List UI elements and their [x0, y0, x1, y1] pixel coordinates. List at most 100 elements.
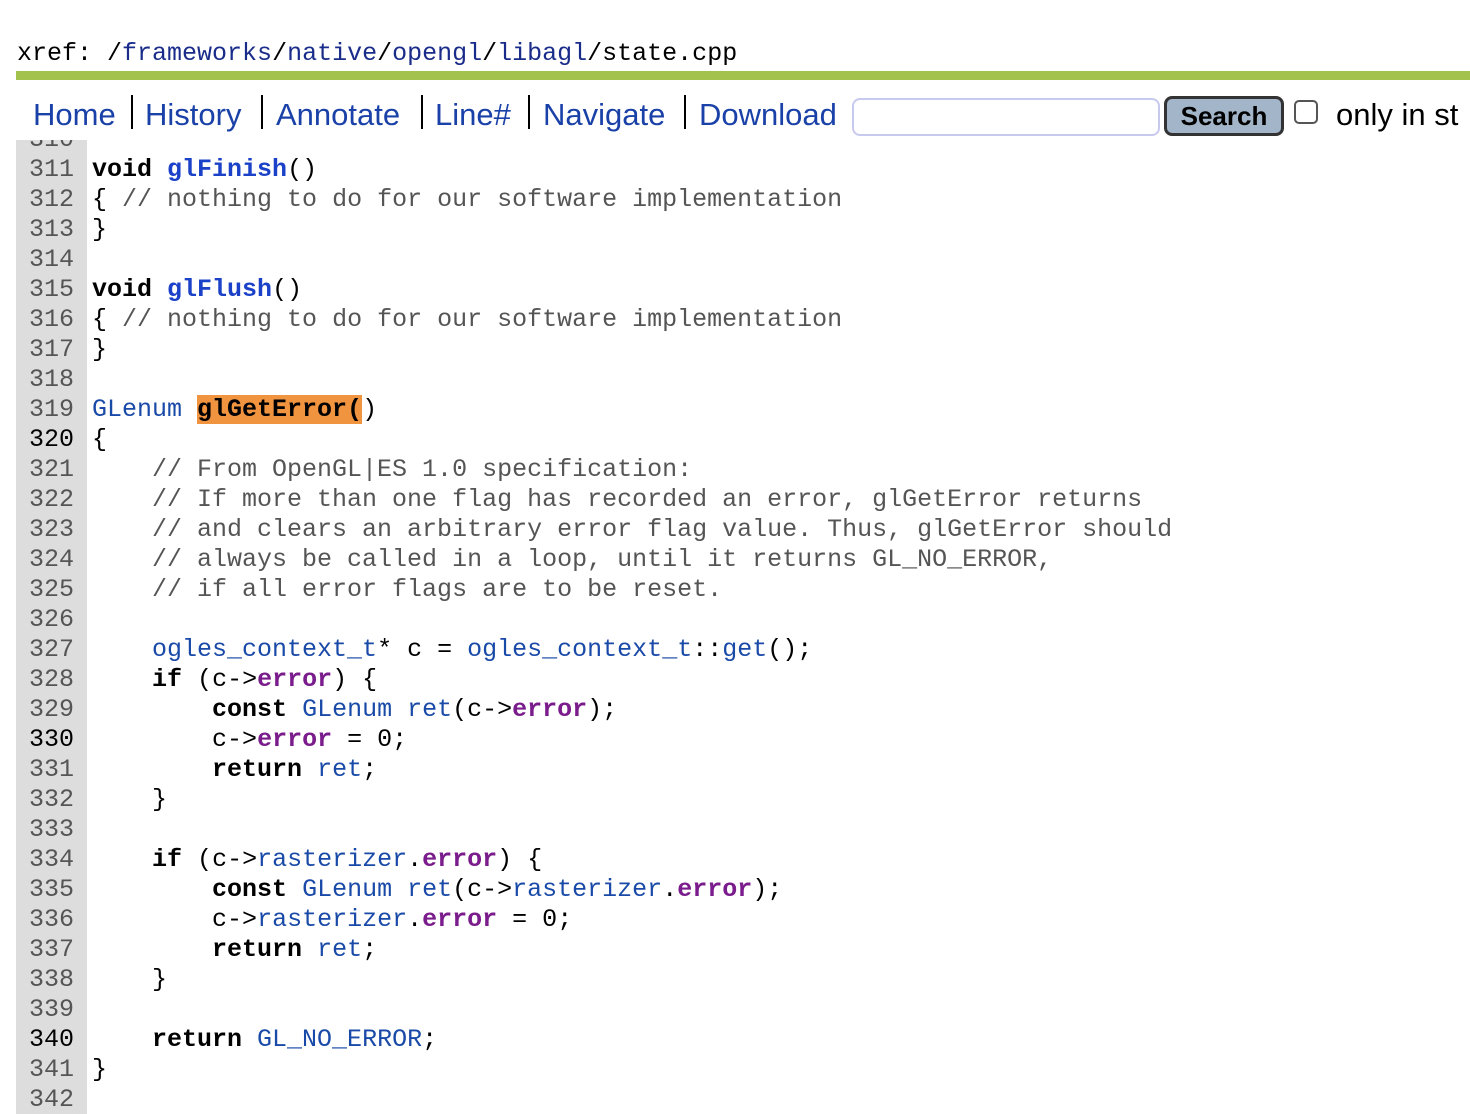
- line-number[interactable]: 310: [16, 140, 74, 155]
- identifier-link[interactable]: rasterizer: [257, 845, 407, 874]
- line-number[interactable]: 336: [16, 905, 74, 935]
- breadcrumb-link-frameworks[interactable]: frameworks: [122, 39, 272, 68]
- code-token: .: [407, 845, 423, 874]
- member-link[interactable]: error: [257, 665, 332, 694]
- nav-annotate-link[interactable]: Annotate: [276, 92, 400, 138]
- line-number[interactable]: 333: [16, 815, 74, 845]
- type-link[interactable]: GLenum: [302, 695, 392, 724]
- code-lines: 310311void glFinish()312{ // nothing to …: [16, 140, 1172, 1114]
- nav-navigate-link[interactable]: Navigate: [543, 92, 665, 138]
- code-line: 339: [16, 995, 1172, 1025]
- nav-separator: [684, 95, 686, 129]
- only-in-checkbox[interactable]: [1294, 100, 1318, 124]
- line-number[interactable]: 327: [16, 635, 74, 665]
- breadcrumb-link-native[interactable]: native: [287, 39, 377, 68]
- member-link[interactable]: error: [422, 845, 497, 874]
- code-comment: // nothing to do for our software implem…: [122, 185, 843, 214]
- nav-history-link[interactable]: History: [145, 92, 241, 138]
- member-link[interactable]: error: [257, 725, 332, 754]
- line-number[interactable]: 339: [16, 995, 74, 1025]
- line-number[interactable]: 315: [16, 275, 74, 305]
- line-number[interactable]: 325: [16, 575, 74, 605]
- line-number[interactable]: 340: [16, 1025, 74, 1055]
- line-number[interactable]: 323: [16, 515, 74, 545]
- code-line: 314: [16, 245, 1172, 275]
- line-number[interactable]: 332: [16, 785, 74, 815]
- line-number[interactable]: 330: [16, 725, 74, 755]
- member-link[interactable]: error: [512, 695, 587, 724]
- selected-symbol: glGetError(: [197, 395, 363, 424]
- member-link[interactable]: error: [677, 875, 752, 904]
- line-number[interactable]: 335: [16, 875, 74, 905]
- identifier-link[interactable]: ret: [317, 755, 362, 784]
- type-link[interactable]: GLenum: [302, 875, 392, 904]
- line-number[interactable]: 311: [16, 155, 74, 185]
- identifier-link[interactable]: GL_NO_ERROR: [257, 1025, 422, 1054]
- breadcrumb-link-libagl[interactable]: libagl: [497, 39, 587, 68]
- line-number[interactable]: 329: [16, 695, 74, 725]
- line-number[interactable]: 319: [16, 395, 74, 425]
- line-number[interactable]: 316: [16, 305, 74, 335]
- identifier-link[interactable]: get: [722, 635, 767, 664]
- code-line: 310: [16, 140, 1172, 155]
- line-number[interactable]: 341: [16, 1055, 74, 1085]
- code-token: ;: [557, 905, 573, 934]
- line-number[interactable]: 320: [16, 425, 74, 455]
- nav-home-link[interactable]: Home: [33, 92, 116, 138]
- nav-separator: [528, 95, 530, 129]
- breadcrumb-link-opengl[interactable]: opengl: [392, 39, 482, 68]
- identifier-link[interactable]: ret: [407, 875, 452, 904]
- line-number[interactable]: 324: [16, 545, 74, 575]
- line-number[interactable]: 334: [16, 845, 74, 875]
- line-number[interactable]: 322: [16, 485, 74, 515]
- function-definition-link[interactable]: glFlush: [167, 275, 272, 304]
- line-number[interactable]: 342: [16, 1085, 74, 1114]
- type-link[interactable]: GLenum: [92, 395, 182, 424]
- line-number[interactable]: 338: [16, 965, 74, 995]
- type-link[interactable]: ogles_context_t: [152, 635, 377, 664]
- code-token: 0: [377, 725, 393, 754]
- line-number[interactable]: 317: [16, 335, 74, 365]
- line-number[interactable]: 337: [16, 935, 74, 965]
- line-number[interactable]: 314: [16, 245, 74, 275]
- code-token: {: [527, 845, 543, 874]
- line-number[interactable]: 326: [16, 605, 74, 635]
- code-token: c: [212, 665, 228, 694]
- code-token: .: [407, 905, 423, 934]
- search-button[interactable]: Search: [1164, 96, 1284, 136]
- identifier-link[interactable]: ret: [317, 935, 362, 964]
- identifier-link[interactable]: rasterizer: [257, 905, 407, 934]
- type-link[interactable]: ogles_context_t: [467, 635, 692, 664]
- identifier-link[interactable]: rasterizer: [512, 875, 662, 904]
- line-number[interactable]: 331: [16, 755, 74, 785]
- code-token: }: [92, 215, 108, 244]
- line-number[interactable]: 312: [16, 185, 74, 215]
- nav-line-number-link[interactable]: Line#: [435, 92, 511, 138]
- line-number[interactable]: 313: [16, 215, 74, 245]
- code-token: {: [362, 665, 378, 694]
- line-number[interactable]: 321: [16, 455, 74, 485]
- code-token: void: [92, 275, 153, 304]
- line-number[interactable]: 328: [16, 665, 74, 695]
- code-token: }: [152, 785, 168, 814]
- search-input[interactable]: [852, 98, 1160, 136]
- function-definition-link[interactable]: glFinish: [167, 155, 287, 184]
- identifier-link[interactable]: ret: [407, 695, 452, 724]
- nav-download-link[interactable]: Download: [699, 92, 837, 138]
- line-number[interactable]: 318: [16, 365, 74, 395]
- member-link[interactable]: error: [422, 905, 497, 934]
- code-token: ): [362, 395, 378, 424]
